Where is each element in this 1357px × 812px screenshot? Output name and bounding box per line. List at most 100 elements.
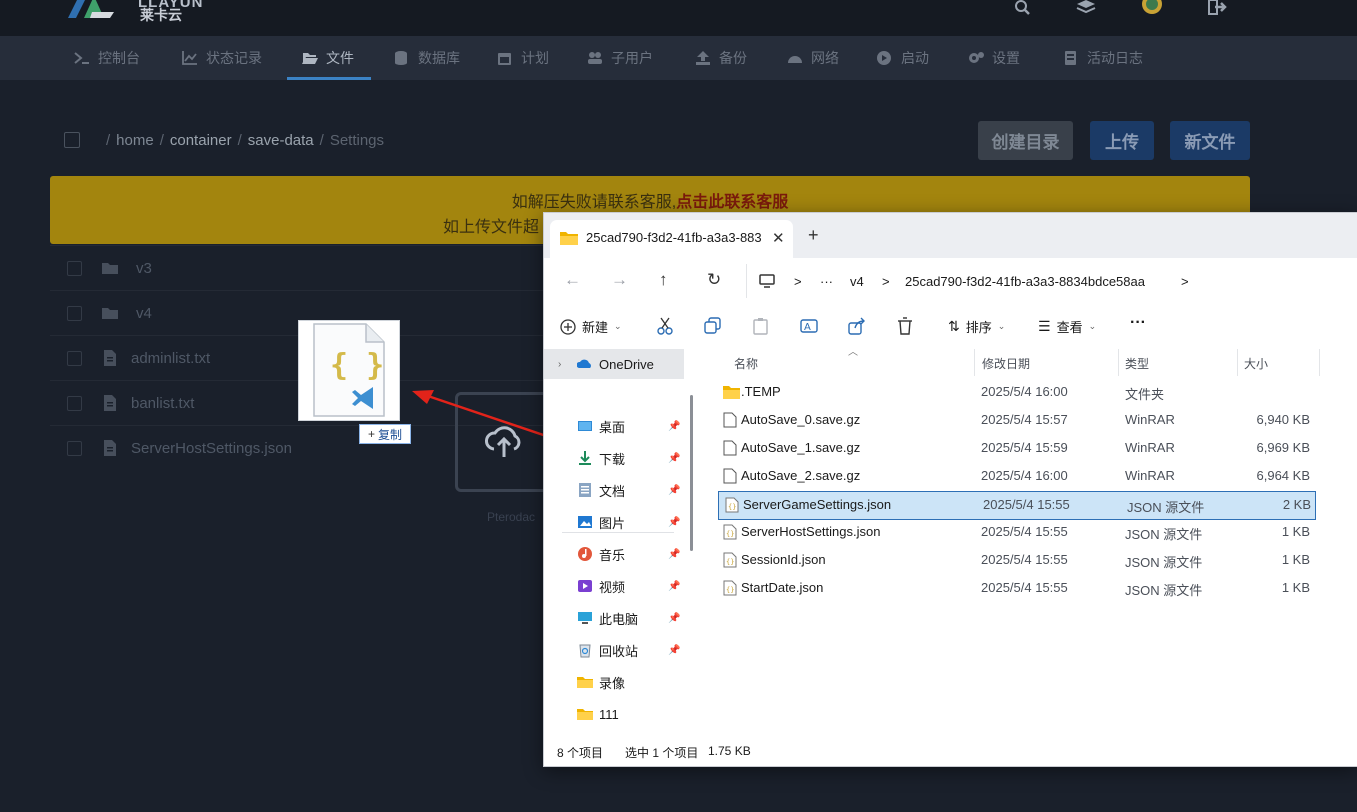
nav-item-schedules[interactable]: 计划 [497, 36, 549, 80]
sidebar-item-videos[interactable]: 视频 📌 [544, 571, 684, 601]
column-divider[interactable] [1237, 349, 1238, 376]
new-button[interactable]: 新建 ⌄ [560, 317, 622, 336]
sidebar-item-111[interactable]: 111 [544, 699, 684, 729]
folder-open-icon [302, 53, 318, 64]
new-file-button[interactable]: 新文件 [1170, 121, 1250, 160]
nav-item-database[interactable]: 数据库 [394, 36, 460, 80]
row-checkbox[interactable] [67, 395, 82, 411]
folder-icon [577, 709, 593, 720]
contact-support-link[interactable]: 点击此联系客服 [676, 194, 788, 211]
video-icon [578, 580, 592, 592]
avatar-icon[interactable] [1142, 0, 1162, 16]
sidebar-scrollbar[interactable] [690, 395, 693, 551]
svg-text:{}: {} [728, 503, 736, 511]
column-divider[interactable] [974, 349, 975, 376]
create-directory-button[interactable]: 创建目录 [978, 121, 1073, 160]
pin-icon: 📌 [668, 644, 681, 656]
view-button[interactable]: ☰ 查看 ⌄ [1038, 317, 1096, 336]
calendar-icon [498, 53, 511, 65]
sidebar-item-documents[interactable]: 文档 📌 [544, 475, 684, 505]
folder-icon [560, 232, 578, 245]
users-icon [588, 52, 602, 64]
music-icon [578, 547, 592, 561]
nav-item-console[interactable]: 控制台 [74, 36, 140, 80]
up-icon[interactable]: ↑ [659, 270, 668, 290]
breadcrumb-save-data[interactable]: save-data [248, 132, 314, 149]
column-header-type[interactable]: 类型 [1125, 355, 1149, 372]
notice-text: 如解压失败请联系客服, [511, 194, 677, 211]
file-row[interactable]: .TEMP 2025/5/4 16:00 文件夹 [717, 379, 1314, 406]
sidebar-item-onedrive[interactable]: › OneDrive [544, 349, 684, 379]
sidebar-label: OneDrive [599, 356, 654, 372]
file-row[interactable]: AutoSave_0.save.gz 2025/5/4 15:57 WinRAR… [717, 407, 1314, 434]
row-checkbox[interactable] [67, 305, 82, 321]
share-icon[interactable] [848, 317, 866, 335]
column-divider[interactable] [1118, 349, 1119, 376]
file-row[interactable]: AutoSave_2.save.gz 2025/5/4 16:00 WinRAR… [717, 463, 1314, 490]
address-separator: > [1181, 274, 1189, 289]
sidebar-item-recycle-bin[interactable]: 回收站 📌 [544, 635, 684, 665]
column-header-date[interactable]: 修改日期 [982, 355, 1030, 372]
nav-item-settings[interactable]: 设置 [968, 36, 1020, 80]
nav-item-network[interactable]: 网络 [787, 36, 839, 80]
upload-button[interactable]: 上传 [1090, 121, 1154, 160]
sidebar-item-recordings[interactable]: 录像 [544, 667, 684, 697]
nav-item-users[interactable]: 子用户 [587, 36, 653, 80]
back-icon[interactable]: ← [564, 270, 581, 290]
breadcrumb-home[interactable]: home [116, 132, 154, 149]
row-checkbox[interactable] [67, 440, 82, 456]
file-icon [723, 468, 737, 484]
file-type: WinRAR [1125, 468, 1175, 483]
breadcrumb-container[interactable]: container [170, 132, 232, 149]
dragged-file-preview[interactable]: { } [298, 320, 400, 421]
search-icon[interactable] [1013, 0, 1033, 16]
file-row[interactable]: {} ServerHostSettings.json 2025/5/4 15:5… [717, 519, 1314, 546]
nav-label: 计划 [521, 50, 549, 66]
address-bar[interactable]: > ··· v4 > 25cad790-f3d2-41fb-a3a3-8834b… [746, 264, 1357, 298]
refresh-icon[interactable]: ↻ [707, 270, 721, 290]
address-more[interactable]: ··· [820, 274, 833, 289]
file-row[interactable]: {} SessionId.json 2025/5/4 15:55 JSON 源文… [717, 547, 1314, 574]
sidebar-item-pictures[interactable]: 图片 📌 [544, 507, 684, 537]
nav-item-activity[interactable]: 活动日志 [1063, 36, 1143, 80]
close-tab-icon[interactable]: ✕ [772, 229, 785, 247]
file-type: JSON 源文件 [1127, 500, 1205, 515]
logo[interactable]: LLAYUN 莱卡云 [64, 0, 202, 24]
json-file-icon: {} [723, 552, 737, 568]
sidebar-item-this-pc[interactable]: 此电脑 📌 [544, 603, 684, 633]
selection-size: 1.75 KB [708, 744, 751, 758]
address-segment-folder[interactable]: 25cad790-f3d2-41fb-a3a3-8834bdce58aa [905, 274, 1145, 289]
nav-item-backups[interactable]: 备份 [695, 36, 747, 80]
sidebar-item-music[interactable]: 音乐 📌 [544, 539, 684, 569]
row-checkbox[interactable] [67, 260, 82, 276]
row-checkbox[interactable] [67, 350, 82, 366]
paste-icon[interactable] [752, 317, 770, 335]
address-segment-v4[interactable]: v4 [850, 274, 864, 289]
file-row-selected[interactable]: {} ServerGameSettings.json 2025/5/4 15:5… [718, 491, 1316, 520]
layers-icon[interactable] [1076, 0, 1096, 16]
sidebar-item-downloads[interactable]: 下载 📌 [544, 443, 684, 473]
file-row[interactable]: AutoSave_1.save.gz 2025/5/4 15:59 WinRAR… [717, 435, 1314, 462]
cut-icon[interactable] [656, 317, 674, 335]
column-header-size[interactable]: 大小 [1244, 355, 1268, 372]
file-row[interactable]: {} StartDate.json 2025/5/4 15:55 JSON 源文… [717, 575, 1314, 602]
copy-icon[interactable] [704, 317, 722, 335]
column-divider[interactable] [1319, 349, 1320, 376]
rename-icon[interactable]: A [800, 317, 818, 335]
delete-icon[interactable] [896, 317, 914, 335]
sidebar-item-desktop[interactable]: 桌面 📌 [544, 411, 684, 441]
new-tab-icon[interactable]: + [808, 225, 819, 246]
more-options-icon[interactable]: ··· [1130, 314, 1146, 332]
nav-item-stats[interactable]: 状态记录 [182, 36, 262, 80]
select-all-checkbox[interactable] [64, 132, 80, 148]
pin-icon: 📌 [668, 580, 681, 592]
notice-line-2: 如上传文件超 [443, 219, 540, 236]
address-separator: > [882, 274, 890, 289]
column-header-name[interactable]: 名称 [734, 355, 758, 372]
sort-button[interactable]: ⇅ 排序 ⌄ [948, 317, 1005, 336]
nav-item-files[interactable]: 文件 [302, 36, 354, 80]
forward-icon[interactable]: → [611, 270, 628, 290]
logout-icon[interactable] [1208, 0, 1228, 16]
explorer-tab[interactable]: 25cad790-f3d2-41fb-a3a3-883 ✕ [550, 220, 793, 258]
nav-item-startup[interactable]: 启动 [877, 36, 929, 80]
